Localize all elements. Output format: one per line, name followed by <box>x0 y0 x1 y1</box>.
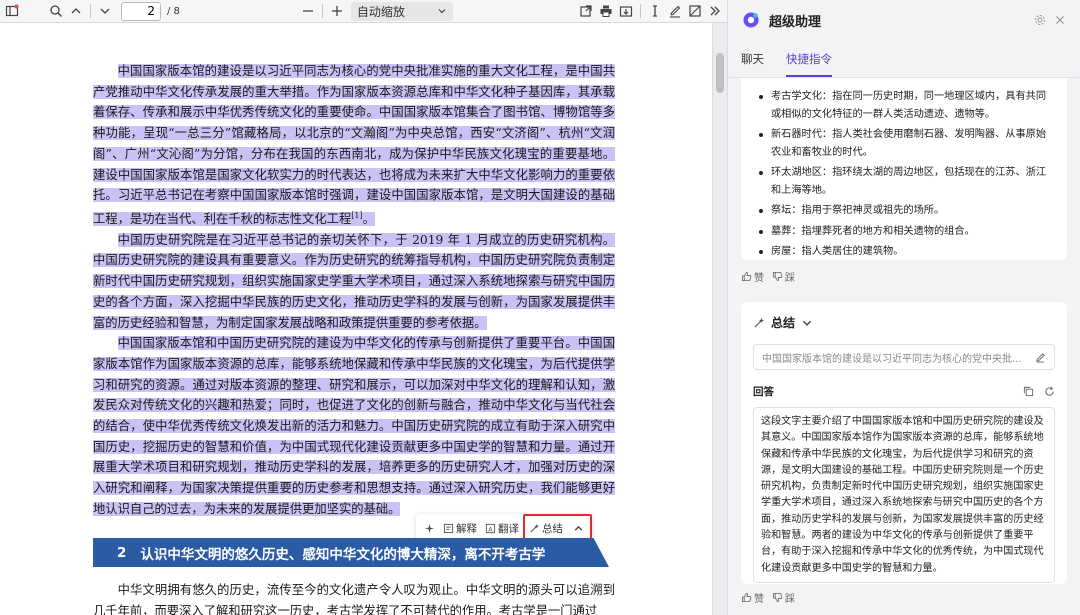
dislike-button[interactable]: 踩 <box>772 269 795 284</box>
print-icon[interactable] <box>596 1 616 21</box>
selection-toolbar: 解释 A 翻译 总结 <box>416 514 592 542</box>
dislike-label: 踩 <box>785 273 795 284</box>
toolbar-separator <box>90 4 91 18</box>
explain-icon <box>443 523 454 533</box>
ai-sparkle-button[interactable] <box>420 517 439 539</box>
panel-tabs: 聊天 快捷指令 <box>728 40 1080 77</box>
summary-title: 总结 <box>771 316 796 330</box>
answer-text: 这段文字主要介绍了中国国家版本馆和中国历史研究院的建设及其意义。中国国家版本馆作… <box>753 407 1055 583</box>
summary-label: 总结 <box>542 522 563 535</box>
scrollbar-thumb[interactable] <box>716 53 724 93</box>
thumbs-up-icon <box>741 271 752 282</box>
refresh-icon[interactable] <box>1044 386 1055 397</box>
section-heading: 2 认识中华文明的悠久历史、感知中华文化的博大精深，离不开考古学 <box>93 538 609 567</box>
list-item: 墓葬：指埋葬死者的地方和相关遗物的组合。 <box>753 223 1055 241</box>
pdf-viewer: / 8 自动缩放 <box>0 0 727 615</box>
terms-list: 考古学文化：指在同一历史时期，同一地理区域内，具有共同或相似的文化特征的一群人类… <box>753 88 1055 261</box>
summary-wand-icon <box>754 317 764 327</box>
pdf-page: 中国国家版本馆的建设是以习近平同志为核心的党中央批准实施的重大文化工程，是中国共… <box>0 23 712 615</box>
pdf-toolbar: / 8 自动缩放 <box>0 0 727 23</box>
paragraph-1-text: 中国国家版本馆的建设是以习近平同志为核心的党中央批准实施的重大文化工程，是中国共… <box>93 64 615 227</box>
terms-card: 考古学文化：指在同一历史时期，同一地理区域内，具有共同或相似的文化特征的一群人类… <box>741 78 1067 260</box>
pdf-scrollbar[interactable] <box>712 23 727 615</box>
translate-button[interactable]: A 翻译 <box>481 517 523 539</box>
zoom-value: 自动缩放 <box>356 4 405 19</box>
list-item: 祭坛：指用于祭祀神灵或祖先的场所。 <box>753 202 1055 220</box>
page-total: / 8 <box>167 5 180 17</box>
like-button[interactable]: 赞 <box>741 269 764 284</box>
like-label: 赞 <box>754 273 764 284</box>
zoom-out-icon[interactable] <box>298 1 318 21</box>
copy-icon[interactable] <box>1023 386 1034 397</box>
zoom-select[interactable]: 自动缩放 <box>350 1 453 21</box>
panel-header: 超级助理 <box>728 0 1080 40</box>
thumbs-up-icon <box>741 592 752 603</box>
feedback-row-2: 赞 踩 <box>741 590 795 605</box>
explain-button[interactable]: 解释 <box>439 517 481 539</box>
summary-icon <box>530 523 540 533</box>
thumbs-down-icon <box>772 271 783 282</box>
assistant-logo-icon <box>742 11 760 29</box>
like-label: 赞 <box>754 594 764 605</box>
paragraph-3[interactable]: 中国国家版本馆和中国历史研究院的建设为中华文化的传承与创新提供了重要平台。中国国… <box>93 333 615 519</box>
footnote-ref[interactable]: [1] <box>351 211 362 220</box>
gear-icon[interactable] <box>1034 14 1046 26</box>
zoom-in-icon[interactable] <box>327 1 347 21</box>
sparkle-icon <box>424 523 435 533</box>
list-item: 考古学文化：指在同一历史时期，同一地理区域内，具有共同或相似的文化特征的一群人类… <box>753 88 1055 123</box>
edit-icon[interactable] <box>1035 352 1046 363</box>
paragraph-4[interactable]: 中华文明拥有悠久的历史，流传至今的文化遗产令人叹为观止。中华文明的源头可以追溯到… <box>93 580 615 615</box>
panel-title: 超级助理 <box>769 14 822 30</box>
svg-text:A: A <box>488 525 493 533</box>
dislike-button[interactable]: 踩 <box>772 590 795 605</box>
like-button[interactable]: 赞 <box>741 590 764 605</box>
search-icon[interactable] <box>46 1 66 21</box>
page-number-input[interactable] <box>121 1 161 21</box>
toolbar-separator <box>640 4 641 18</box>
section-heading-text: 认识中华文明的悠久历史、感知中华文化的博大精深，离不开考古学 <box>140 546 546 563</box>
chevron-up-icon[interactable] <box>573 523 584 534</box>
previous-page-icon[interactable] <box>66 1 86 21</box>
chevron-down-icon <box>437 6 447 16</box>
tab-chat[interactable]: 聊天 <box>741 51 764 77</box>
text-cursor-icon[interactable] <box>645 1 665 21</box>
list-item: 新石器时代：指人类社会使用磨制石器、发明陶器、从事原始农业和畜牧业的时代。 <box>753 126 1055 161</box>
close-icon[interactable] <box>1054 14 1066 26</box>
feedback-row-1: 赞 踩 <box>741 269 795 284</box>
save-icon[interactable] <box>616 1 636 21</box>
next-page-icon[interactable] <box>95 1 115 21</box>
summary-button[interactable]: 总结 <box>523 514 592 542</box>
dislike-label: 踩 <box>785 594 795 605</box>
translate-icon: A <box>485 523 496 533</box>
sidebar-toggle-icon[interactable] <box>2 1 22 21</box>
summary-card: 总结 中国国家版本馆的建设是以习近平同志为核心的党中央批... 回答 这段文字主… <box>741 302 1067 584</box>
translate-label: 翻译 <box>498 522 519 535</box>
paragraph-2-text: 中国历史研究院是在习近平总书记的亲切关怀下，于 2019 年 1 月成立的历史研… <box>93 232 615 330</box>
answer-header: 回答 <box>753 384 1055 399</box>
answer-label: 回答 <box>753 386 774 398</box>
draw-icon[interactable] <box>665 1 685 21</box>
query-field[interactable]: 中国国家版本馆的建设是以习近平同志为核心的党中央批... <box>753 344 1055 370</box>
paragraph-1-end: 。 <box>362 212 375 227</box>
double-chevron-right-icon[interactable] <box>705 1 725 21</box>
list-item: 房屋：指人类居住的建筑物。 <box>753 243 1055 261</box>
toolbar-separator <box>321 4 323 18</box>
section-number: 2 <box>117 544 127 561</box>
open-file-icon[interactable] <box>576 1 596 21</box>
list-item: 环太湖地区：指环绕太湖的周边地区，包括现在的江苏、浙江和上海等地。 <box>753 164 1055 199</box>
summary-header[interactable]: 总结 <box>753 314 1055 331</box>
tab-shortcuts[interactable]: 快捷指令 <box>786 51 832 77</box>
explain-label: 解释 <box>456 522 477 535</box>
chevron-down-icon[interactable] <box>801 317 813 329</box>
thumbs-down-icon <box>772 592 783 603</box>
assistant-panel: 超级助理 聊天 快捷指令 考古学文化：指在同一历史时期，同一地理区域内，具有共同… <box>727 0 1080 615</box>
query-text: 中国国家版本馆的建设是以习近平同志为核心的党中央批... <box>762 353 1022 365</box>
paragraph-1[interactable]: 中国国家版本馆的建设是以习近平同志为核心的党中央批准实施的重大文化工程，是中国共… <box>93 61 615 230</box>
paragraph-3-text: 中国国家版本馆和中国历史研究院的建设为中华文化的传承与创新提供了重要平台。中国国… <box>93 336 615 516</box>
paragraph-2[interactable]: 中国历史研究院是在习近平总书记的亲切关怀下，于 2019 年 1 月成立的历史研… <box>93 230 615 334</box>
erase-icon[interactable] <box>685 1 705 21</box>
